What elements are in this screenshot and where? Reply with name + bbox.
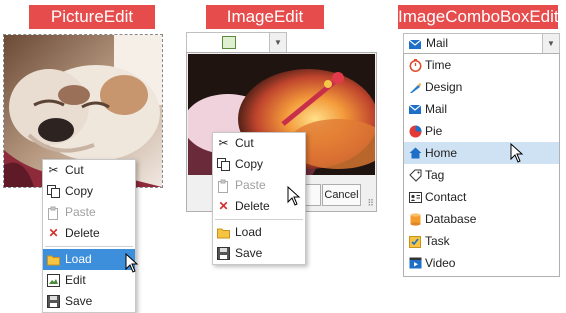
list-item-label: Home [425, 146, 458, 160]
copy-icon [46, 184, 61, 199]
menu-item-label: Delete [65, 226, 100, 240]
image-edit-control[interactable]: ▼ [186, 32, 287, 53]
video-clapper-icon [408, 256, 422, 270]
stopwatch-icon [408, 58, 422, 72]
menu-item-copy[interactable]: Copy [213, 154, 305, 175]
image-combobox-dropdown-list: Time Design Mail Pie Home Tag Contact Da… [403, 53, 560, 277]
database-icon [408, 212, 422, 226]
mouse-cursor-icon [510, 143, 524, 163]
menu-item-label: Paste [235, 178, 266, 192]
menu-item-label: Delete [235, 199, 270, 213]
list-item-video[interactable]: Video [404, 252, 559, 274]
menu-item-label: Cut [65, 163, 84, 177]
list-item-time[interactable]: Time [404, 54, 559, 76]
picture-edit-context-menu: ✂ Cut Copy Paste ✕ Delete Load Edit Save [42, 159, 136, 313]
list-item-label: Time [425, 58, 452, 72]
contact-card-icon [408, 190, 422, 204]
home-icon [408, 146, 422, 160]
menu-item-label: Edit [65, 273, 86, 287]
mouse-cursor-icon [125, 253, 139, 273]
menu-item-load[interactable]: Load [213, 222, 305, 243]
imagecomboboxedit-banner: ImageComboBoxEdit [398, 5, 559, 29]
clipboard-icon [46, 205, 61, 220]
copy-icon [216, 157, 231, 172]
menu-item-save[interactable]: Save [43, 291, 135, 312]
pictureedit-banner: PictureEdit [29, 5, 155, 29]
image-combobox-edit[interactable]: Mail ▼ [403, 33, 560, 54]
menu-item-save[interactable]: Save [213, 243, 305, 264]
menu-separator [45, 246, 133, 247]
list-item-mail[interactable]: Mail [404, 98, 559, 120]
menu-item-label: Save [65, 294, 93, 308]
scissors-icon: ✂ [48, 163, 59, 177]
selected-value: Mail [426, 36, 449, 50]
menu-item-label: Copy [235, 157, 264, 171]
list-item-label: Database [425, 212, 477, 226]
menu-item-cut[interactable]: ✂ Cut [43, 160, 135, 181]
pie-chart-icon [408, 124, 422, 138]
menu-item-delete[interactable]: ✕ Delete [43, 223, 135, 244]
menu-separator [215, 219, 303, 220]
task-clipboard-icon [408, 234, 422, 248]
list-item-pie[interactable]: Pie [404, 120, 559, 142]
save-disk-icon [216, 246, 231, 261]
resize-grip-icon[interactable]: ⠿ [367, 198, 374, 209]
list-item-label: Pie [425, 124, 443, 138]
delete-x-icon: ✕ [48, 226, 59, 240]
menu-item-label: Save [235, 246, 263, 260]
menu-item-label: Load [235, 225, 262, 239]
list-item-label: Video [425, 256, 456, 270]
menu-item-edit[interactable]: Edit [43, 270, 135, 291]
menu-item-cut[interactable]: ✂ Cut [213, 133, 305, 154]
menu-item-load[interactable]: Load [43, 249, 135, 270]
list-item-label: Mail [425, 102, 448, 116]
menu-item-label: Paste [65, 205, 96, 219]
imageedit-banner: ImageEdit [206, 5, 324, 29]
dropdown-arrow-icon[interactable]: ▼ [542, 34, 559, 53]
menu-item-paste[interactable]: Paste [43, 202, 135, 223]
menu-item-copy[interactable]: Copy [43, 181, 135, 202]
list-item-label: Contact [425, 190, 467, 204]
image-thumbnail-icon [222, 36, 236, 49]
mail-icon [408, 37, 422, 51]
mail-icon [408, 102, 422, 116]
list-item-tag[interactable]: Tag [404, 164, 559, 186]
dropdown-arrow-icon[interactable]: ▼ [269, 33, 286, 52]
save-disk-icon [46, 294, 61, 309]
menu-item-label: Load [65, 252, 92, 266]
list-item-database[interactable]: Database [404, 208, 559, 230]
list-item-label: Design [425, 80, 463, 94]
popup-cancel-button[interactable]: Cancel [322, 184, 361, 206]
list-item-home[interactable]: Home [404, 142, 559, 164]
menu-item-label: Cut [235, 136, 254, 150]
tag-icon [408, 168, 422, 182]
mouse-cursor-icon [287, 186, 301, 206]
list-item-design[interactable]: Design [404, 76, 559, 98]
folder-open-icon [216, 225, 231, 240]
list-item-label: Task [425, 234, 450, 248]
list-item-label: Tag [425, 168, 445, 182]
pen-ruler-icon [408, 80, 422, 94]
clipboard-icon [216, 178, 231, 193]
scissors-icon: ✂ [218, 136, 229, 150]
list-item-contact[interactable]: Contact [404, 186, 559, 208]
menu-item-label: Copy [65, 184, 94, 198]
delete-x-icon: ✕ [218, 199, 229, 213]
folder-open-icon [46, 252, 61, 267]
list-item-task[interactable]: Task [404, 230, 559, 252]
image-edit-icon [46, 273, 61, 288]
